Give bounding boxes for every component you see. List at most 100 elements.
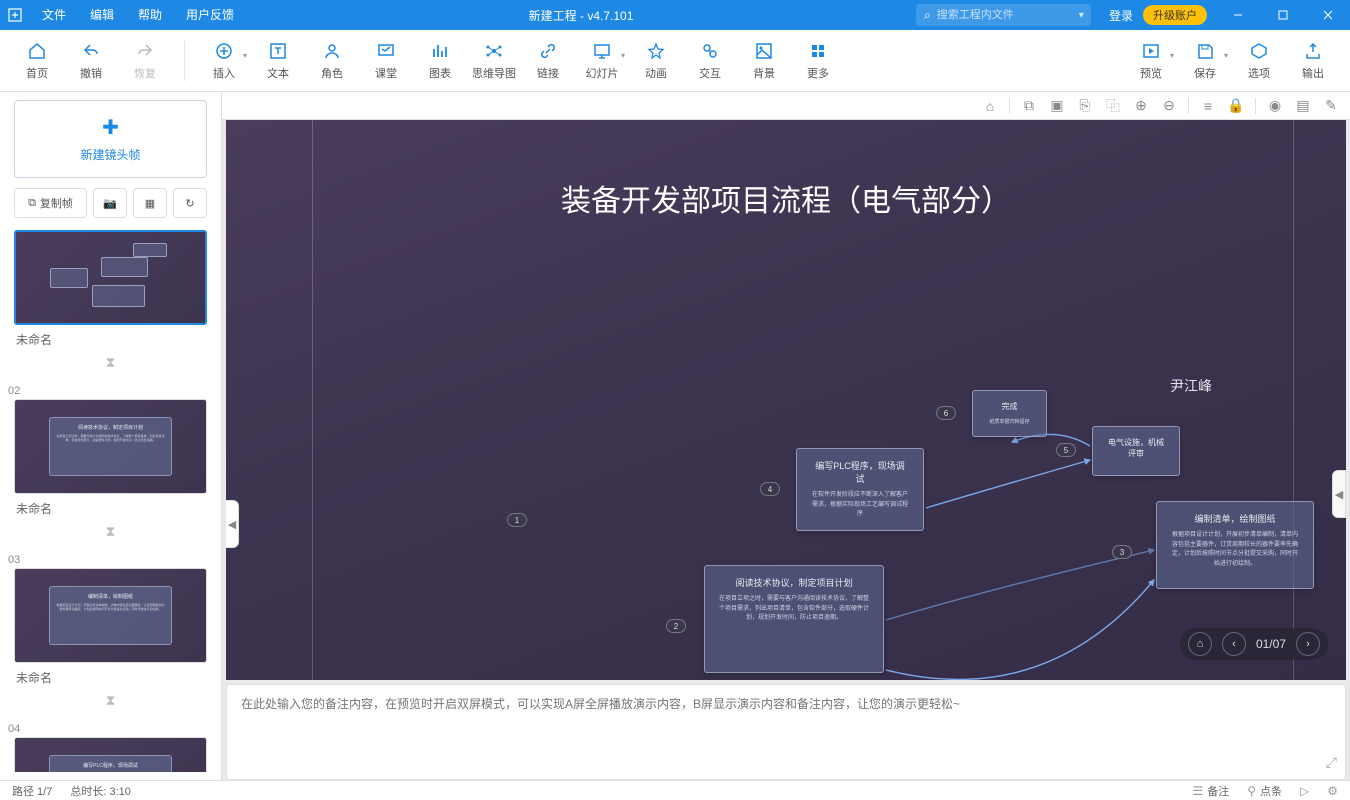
statusbar: 路径 1/7 总时长: 3:10 ☰备注 ⚲点条 ▷ ⚙	[0, 780, 1350, 800]
mindmap-button[interactable]: 思维导图	[467, 33, 521, 89]
undo-button[interactable]: 撤销	[64, 33, 118, 89]
menu-edit[interactable]: 编辑	[78, 0, 126, 30]
export-button[interactable]: 输出	[1286, 33, 1340, 89]
role-button[interactable]: 角色	[305, 33, 359, 89]
login-button[interactable]: 登录	[1099, 7, 1143, 24]
mindmap-label: 思维导图	[472, 65, 516, 81]
chevron-down-icon: ▾	[243, 51, 247, 60]
refresh-button[interactable]: ↻	[173, 188, 207, 218]
canvas-area: ⌂ ⧉ ▣ ⎘ ⿻ ⊕ ⊖ ≡ 🔒 ◉ ▤ ✎ 装备开发部项目流程（电气部分） …	[222, 92, 1350, 780]
interact-button[interactable]: 交互	[683, 33, 737, 89]
preview-button[interactable]: 预览▾	[1124, 33, 1178, 89]
notes-toggle-button[interactable]: ☰备注	[1192, 783, 1229, 799]
flow-node-n6[interactable]: 完成纸质单据归档留存	[972, 390, 1047, 437]
flow-node-n2[interactable]: 阅读技术协议，制定项目计划在项目立项之时，需要与客户沟通阅读技术协议，了解整个项…	[704, 565, 884, 673]
notes-input[interactable]	[241, 695, 1331, 769]
nav-home-icon[interactable]: ⌂	[1188, 632, 1212, 656]
play-button[interactable]: ▷	[1300, 784, 1309, 798]
bg-button[interactable]: 背景	[737, 33, 791, 89]
home-icon[interactable]: ⌂	[981, 97, 999, 115]
copy-icon: ⧉	[28, 197, 36, 210]
nav-next-button[interactable]: ›	[1296, 632, 1320, 656]
node-desc: 根据项目设计计划，开展初步清单编制，清单内容包括主要器件，订货周期较长的器件要率…	[1171, 531, 1299, 569]
paste-icon[interactable]: ▣	[1048, 97, 1066, 115]
clipboard-icon[interactable]: ⎘	[1076, 97, 1094, 115]
qr-button[interactable]: ▦	[133, 188, 167, 218]
minimize-button[interactable]	[1215, 0, 1260, 30]
upgrade-button[interactable]: 升级账户	[1143, 5, 1207, 25]
transition-icon[interactable]: ⧗	[14, 688, 207, 713]
thumb-label: 未命名	[14, 325, 207, 350]
thumbnail[interactable]: 阅读技术协议，制定项目计划在项目立项之时，需要与客户沟通阅读技术协议，了解整个项…	[14, 399, 207, 494]
home-button[interactable]: 首页	[10, 33, 64, 89]
align-icon[interactable]: ≡	[1199, 97, 1217, 115]
edit-icon[interactable]: ✎	[1322, 97, 1340, 115]
flow-node-n3[interactable]: 编制清单，绘制图纸根据项目设计计划，开展初步清单编制，清单内容包括主要器件，订货…	[1156, 501, 1314, 589]
new-frame-button[interactable]: ✚ 新建镜头帧	[14, 100, 207, 178]
node-title: 编制清单，绘制图纸	[1171, 512, 1299, 525]
status-path: 路径 1/7	[12, 783, 52, 799]
search-input[interactable]	[937, 9, 1079, 21]
save-button[interactable]: 保存▾	[1178, 33, 1232, 89]
pointer-icon: ⚲	[1247, 784, 1256, 798]
nav-prev-button[interactable]: ‹	[1222, 632, 1246, 656]
options-icon	[1249, 41, 1269, 61]
link-label: 链接	[537, 65, 559, 81]
redo-button[interactable]: 恢复	[118, 33, 172, 89]
menu-feedback[interactable]: 用户反馈	[174, 0, 246, 30]
class-icon	[376, 41, 396, 61]
node-desc: 纸质单据归档留存	[987, 418, 1032, 426]
text-button[interactable]: 文本	[251, 33, 305, 89]
collapse-left-button[interactable]: ◀	[226, 500, 239, 548]
badge-1: 1	[507, 513, 527, 527]
camera-button[interactable]: 📷	[93, 188, 127, 218]
menu-file[interactable]: 文件	[30, 0, 78, 30]
transition-icon[interactable]: ⧗	[14, 350, 207, 375]
search-box[interactable]: ⌕ ▾	[916, 4, 1091, 26]
sliders-icon: ⚙	[1327, 784, 1338, 798]
copy-icon[interactable]: ⧉	[1020, 97, 1038, 115]
anim-icon	[646, 41, 666, 61]
snapshot-icon[interactable]: ◉	[1266, 97, 1284, 115]
thumb-number: 02	[8, 385, 207, 397]
settings-button[interactable]: ⚙	[1327, 784, 1338, 798]
maximize-button[interactable]	[1260, 0, 1305, 30]
transition-icon[interactable]: ⧗	[14, 519, 207, 544]
copy-frame-button[interactable]: ⧉复制帧	[14, 188, 87, 218]
flow-node-n4[interactable]: 编写PLC程序，现场调试在软件开发阶段应不断深入了解客户需求，根据实际现场工艺编…	[796, 448, 924, 531]
thumbnail[interactable]: 编写PLC程序，现场调试在软件开发阶段应不断深入了解客户需求，根据实际现场工艺编…	[14, 737, 207, 772]
expand-icon[interactable]: ⤢	[1326, 754, 1337, 771]
slide-button[interactable]: 幻灯片▾	[575, 33, 629, 89]
thumbnail[interactable]	[14, 230, 207, 325]
main-menu: 文件 编辑 帮助 用户反馈	[30, 0, 246, 30]
link-button[interactable]: 链接	[521, 33, 575, 89]
more-label: 更多	[807, 65, 829, 81]
flow-node-n5[interactable]: 电气设施，机械评审	[1092, 426, 1180, 476]
zoom-out-icon[interactable]: ⊖	[1160, 97, 1178, 115]
text-icon	[268, 41, 288, 61]
class-button[interactable]: 课堂	[359, 33, 413, 89]
anim-button[interactable]: 动画	[629, 33, 683, 89]
chart-button[interactable]: 图表	[413, 33, 467, 89]
plus-icon: ✚	[102, 115, 119, 140]
options-label: 选项	[1248, 65, 1270, 81]
menu-help[interactable]: 帮助	[126, 0, 174, 30]
undo-icon	[81, 41, 101, 61]
more-button[interactable]: 更多	[791, 33, 845, 89]
close-button[interactable]	[1305, 0, 1350, 30]
status-duration: 总时长: 3:10	[70, 783, 131, 799]
collapse-right-button[interactable]: ◀	[1332, 470, 1346, 518]
badge-4: 4	[760, 482, 780, 496]
canvas[interactable]: 装备开发部项目流程（电气部分） 尹江峰 完成纸质单据归档留存6电气设施，机械评审…	[226, 120, 1346, 680]
layers-icon[interactable]: ▤	[1294, 97, 1312, 115]
options-button[interactable]: 选项	[1232, 33, 1286, 89]
insert-button[interactable]: 插入▾	[197, 33, 251, 89]
zoom-in-icon[interactable]: ⊕	[1132, 97, 1150, 115]
pointer-button[interactable]: ⚲点条	[1247, 783, 1282, 799]
play-icon: ▷	[1300, 784, 1309, 798]
thumbnail[interactable]: 编制清单，绘制图纸根据项目设计计划，开展初步清单编制，清单内容包括主要器件，订货…	[14, 568, 207, 663]
badge-2: 2	[666, 619, 686, 633]
lock-icon[interactable]: 🔒	[1227, 97, 1245, 115]
duplicate-icon[interactable]: ⿻	[1104, 97, 1122, 115]
chevron-down-icon[interactable]: ▾	[1079, 10, 1084, 21]
